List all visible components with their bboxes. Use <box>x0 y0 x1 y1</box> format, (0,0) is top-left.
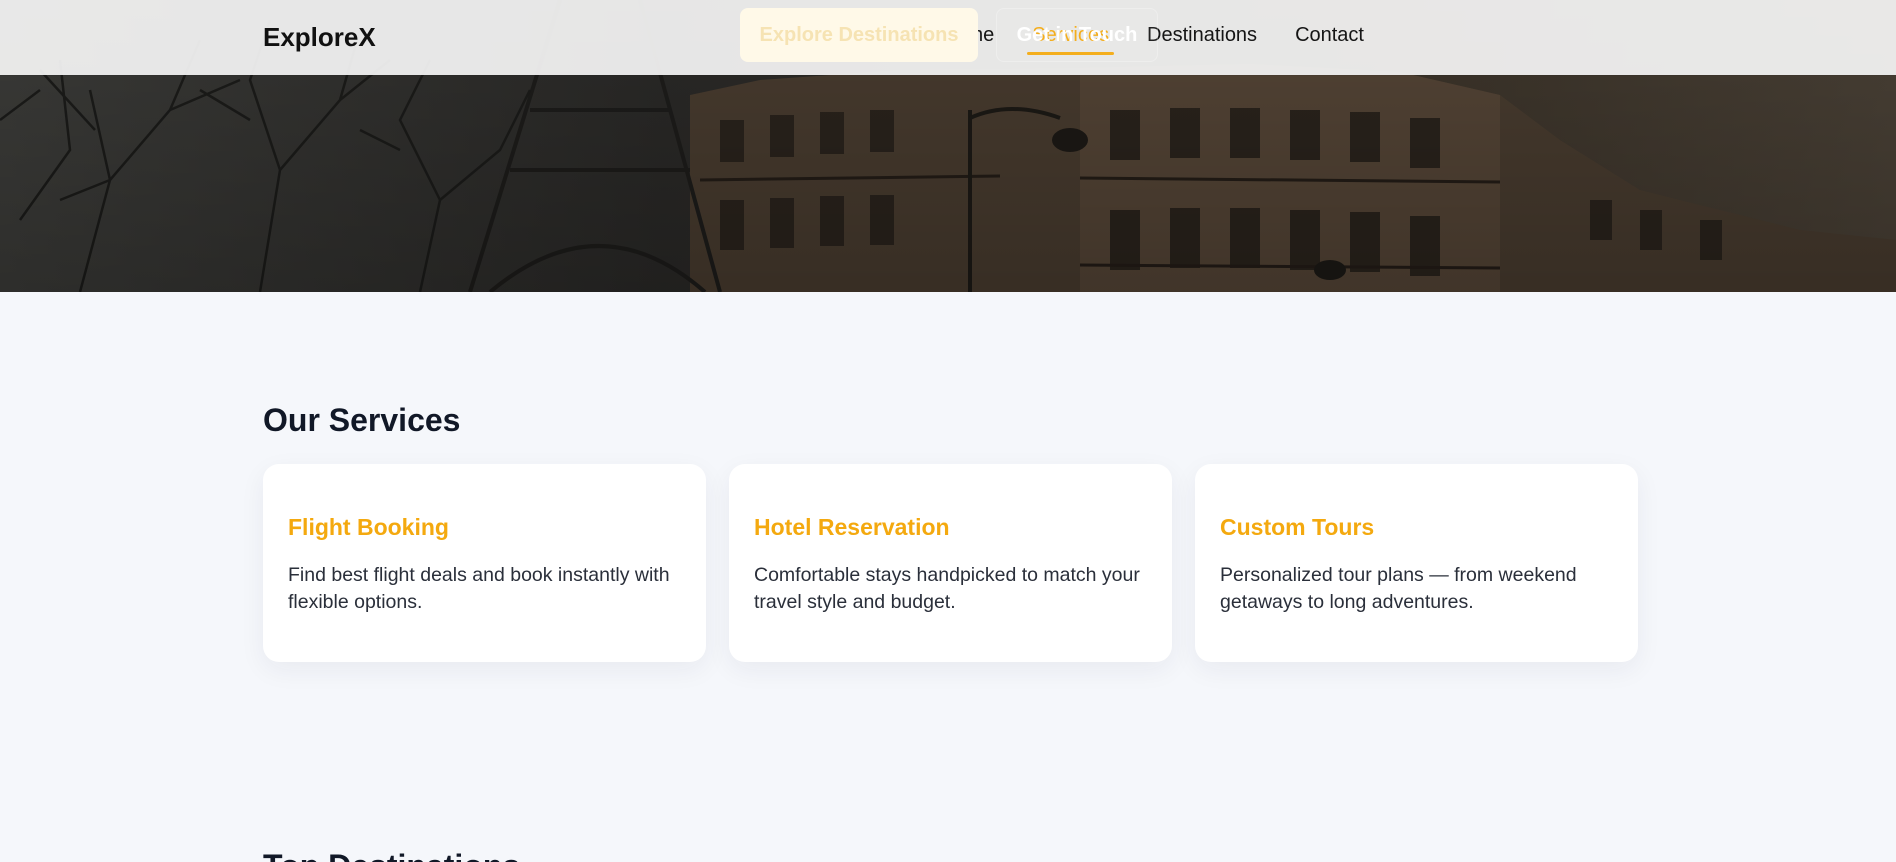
nav-link-contact[interactable]: Contact <box>1290 24 1369 53</box>
service-card-text: Personalized tour plans — from weekend g… <box>1220 564 1577 613</box>
services-section-title: Our Services <box>263 402 461 438</box>
page: ExploreX Home Services Destinations Cont… <box>0 0 1896 862</box>
service-card-title: Hotel Reservation <box>754 514 950 540</box>
destinations-section-title: Top Destinations <box>263 848 520 862</box>
get-in-touch-button[interactable]: Get in Touch <box>996 8 1158 62</box>
nav-link-destinations[interactable]: Destinations <box>1142 24 1262 53</box>
service-card-title: Flight Booking <box>288 514 449 540</box>
brand-logo[interactable]: ExploreX <box>263 22 376 53</box>
explore-destinations-button[interactable]: Explore Destinations <box>740 8 978 62</box>
service-card-hotel-reservation: Hotel Reservation Comfortable stays hand… <box>729 464 1172 662</box>
service-card-custom-tours: Custom Tours Personalized tour plans — f… <box>1195 464 1638 662</box>
service-card-text: Comfortable stays handpicked to match yo… <box>754 564 1140 613</box>
services-cards: Flight Booking Find best flight deals an… <box>263 464 1638 662</box>
service-card-text: Find best flight deals and book instantl… <box>288 564 670 613</box>
service-card-title: Custom Tours <box>1220 514 1375 540</box>
service-card-flight-booking: Flight Booking Find best flight deals an… <box>263 464 706 662</box>
